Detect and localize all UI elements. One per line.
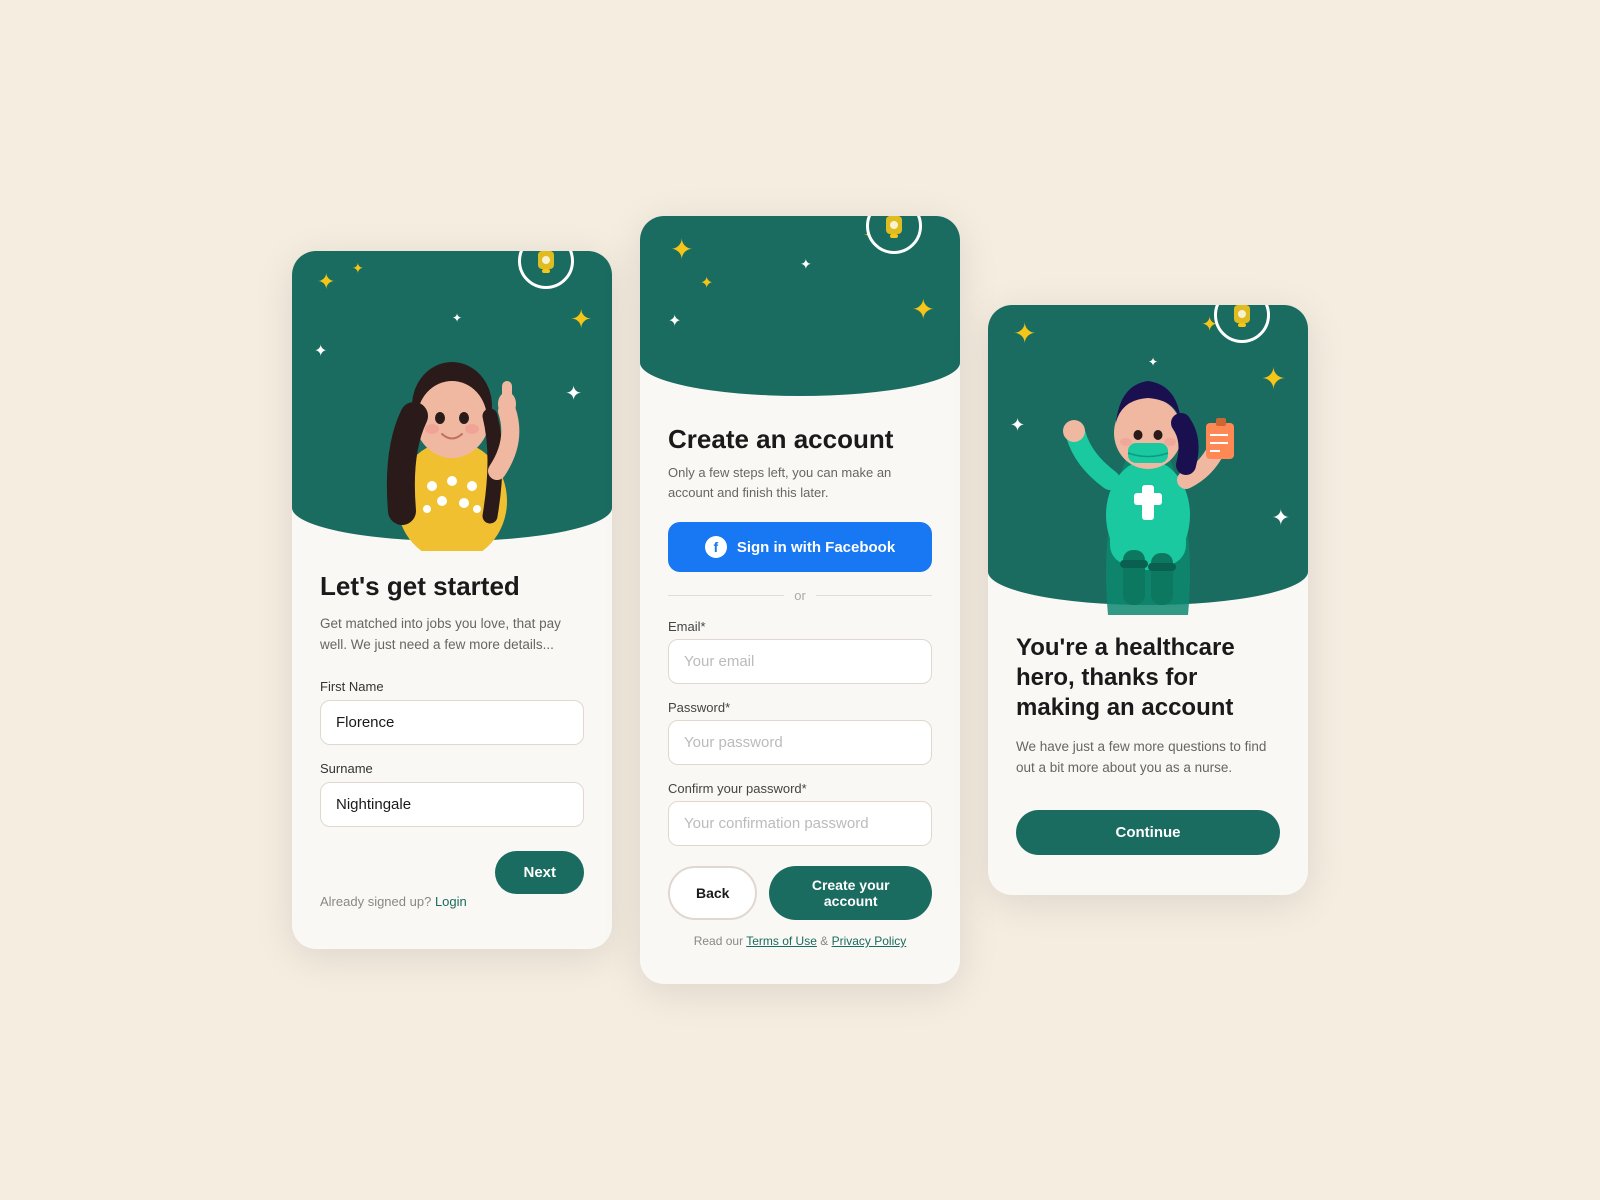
confirm-password-group: Confirm your password* xyxy=(668,781,932,846)
card1-title: Let's get started xyxy=(320,571,584,602)
password-group: Password* xyxy=(668,700,932,765)
confirm-password-label: Confirm your password* xyxy=(668,781,932,796)
password-input[interactable] xyxy=(668,720,932,765)
card2-title: Create an account xyxy=(668,424,932,455)
star-white-1: ✦ xyxy=(314,341,327,361)
card2-lantern-icon xyxy=(866,216,922,254)
continue-button[interactable]: Continue xyxy=(1016,810,1280,855)
cards-container: ✦ ✦ ✦ ✦ ✦ ✦ ✦ xyxy=(292,216,1308,984)
card1-content: Let's get started Get matched into jobs … xyxy=(292,571,612,827)
surname-label: Surname xyxy=(320,761,584,776)
or-divider: or xyxy=(668,588,932,603)
email-group: Email* xyxy=(668,619,932,684)
star-white-2: ✦ xyxy=(565,381,582,406)
star-1: ✦ xyxy=(317,271,335,293)
card2-illustration: ✦ ✦ ✦ ✦ ✦ ✦ xyxy=(640,216,960,396)
card2-star-2: ✦ xyxy=(700,276,713,292)
email-label: Email* xyxy=(668,619,932,634)
back-button[interactable]: Back xyxy=(668,866,757,920)
card3-star-1: ✦ xyxy=(1013,320,1036,348)
next-button[interactable]: Next xyxy=(495,851,584,894)
already-signed-text: Already signed up? Login xyxy=(292,894,612,909)
card-get-started: ✦ ✦ ✦ ✦ ✦ ✦ ✦ xyxy=(292,251,612,949)
card1-illustration: ✦ ✦ ✦ ✦ ✦ ✦ ✦ xyxy=(292,251,612,541)
card2-content: Create an account Only a few steps left,… xyxy=(640,424,960,846)
first-name-label: First Name xyxy=(320,679,584,694)
email-input[interactable] xyxy=(668,639,932,684)
login-link[interactable]: Login xyxy=(435,894,467,909)
confirm-password-input[interactable] xyxy=(668,801,932,846)
card2-subtitle: Only a few steps left, you can make an a… xyxy=(668,463,932,502)
card2-star-white-1: ✦ xyxy=(668,311,681,331)
card3-title: You're a healthcare hero, thanks for mak… xyxy=(1016,633,1280,723)
card2-actions: Back Create your account xyxy=(640,866,960,920)
card-healthcare-hero: ✦ ✦ ✦ ✦ ✦ ✦ xyxy=(988,305,1308,895)
create-account-button[interactable]: Create your account xyxy=(769,866,932,920)
terms-link[interactable]: Terms of Use xyxy=(746,934,817,948)
card3-star-2: ✦ xyxy=(1261,365,1286,395)
nurse-hero-illustration xyxy=(1038,305,1258,615)
card1-subtitle: Get matched into jobs you love, that pay… xyxy=(320,614,584,655)
card3-star-white-1: ✦ xyxy=(1010,415,1025,436)
card3-illustration: ✦ ✦ ✦ ✦ ✦ ✦ xyxy=(988,305,1308,605)
card3-subtitle: We have just a few more questions to fin… xyxy=(1016,737,1280,778)
card-create-account: ✦ ✦ ✦ ✦ ✦ ✦ Create an account Only a few… xyxy=(640,216,960,984)
star-3: ✦ xyxy=(570,306,592,332)
surname-group: Surname xyxy=(320,761,584,827)
terms-text: Read our Terms of Use & Privacy Policy xyxy=(640,934,960,948)
card2-star-white-2: ✦ xyxy=(800,256,812,273)
card3-star-white-2: ✦ xyxy=(1272,505,1290,531)
girl-illustration xyxy=(352,271,552,551)
card3-content: You're a healthcare hero, thanks for mak… xyxy=(988,633,1308,778)
card2-star-4: ✦ xyxy=(912,296,935,324)
card2-star-1: ✦ xyxy=(670,236,693,264)
password-label: Password* xyxy=(668,700,932,715)
facebook-signin-button[interactable]: f Sign in with Facebook xyxy=(668,522,932,572)
privacy-link[interactable]: Privacy Policy xyxy=(832,934,907,948)
surname-input[interactable] xyxy=(320,782,584,827)
first-name-input[interactable] xyxy=(320,700,584,745)
first-name-group: First Name xyxy=(320,679,584,745)
facebook-icon: f xyxy=(705,536,727,558)
